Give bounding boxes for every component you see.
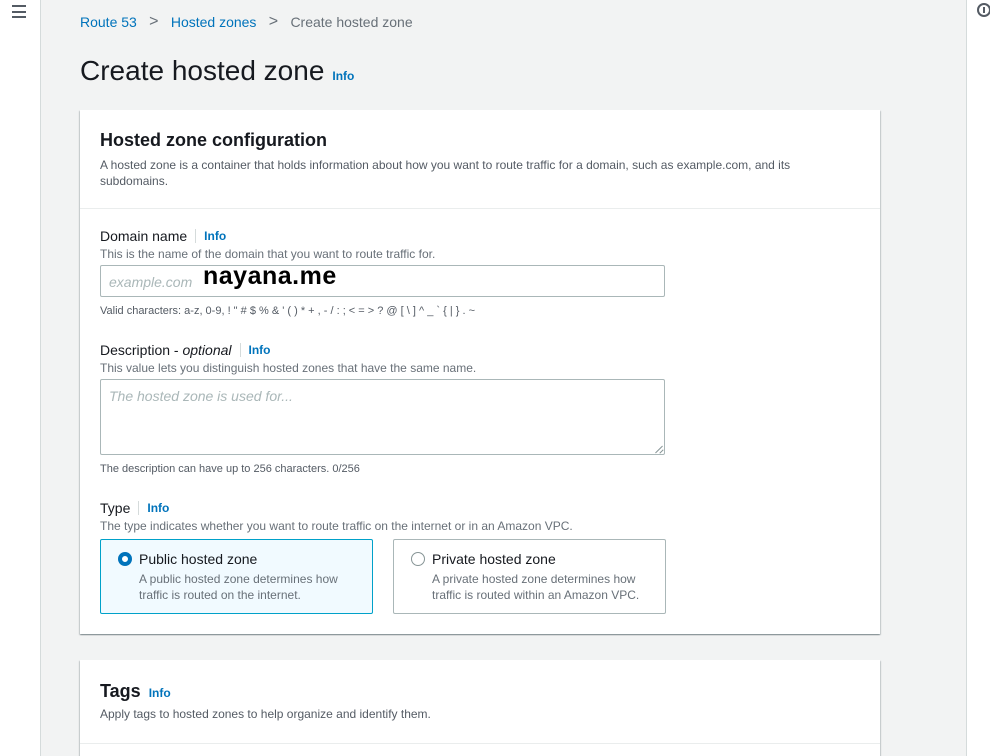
public-hosted-zone-tile[interactable]: Public hosted zone A public hosted zone … (100, 539, 373, 614)
tile-description: A private hosted zone determines how tra… (432, 572, 640, 602)
description-textarea[interactable]: The hosted zone is used for... (100, 379, 665, 455)
label-divider (239, 343, 241, 357)
page-info-link[interactable]: Info (332, 69, 354, 83)
breadcrumb-hosted-zones[interactable]: Hosted zones (171, 14, 257, 30)
description-field: Description - optional Info This value l… (100, 342, 860, 477)
domain-name-label: Domain name (100, 228, 188, 244)
tags-panel: Tags Info Apply tags to hosted zones to … (80, 660, 880, 756)
help-panel-icon[interactable] (977, 3, 990, 17)
tile-title: Private hosted zone (432, 551, 556, 567)
tags-title: Tags (100, 681, 141, 701)
description-label: Description - optional (100, 342, 232, 358)
page-title: Create hosted zone (80, 55, 325, 86)
tags-info-link[interactable]: Info (149, 686, 171, 700)
description-character-count: The description can have up to 256 chara… (100, 463, 360, 475)
type-field: Type Info The type indicates whether you… (100, 500, 860, 540)
domain-name-constraint: Valid characters: a-z, 0-9, ! " # $ % & … (100, 305, 475, 317)
chevron-right-icon: > (149, 13, 159, 30)
breadcrumb: Route 53 > Hosted zones > Create hosted … (80, 13, 413, 31)
panel-description: A hosted zone is a container that holds … (100, 158, 791, 188)
page-header: Create hosted zone Info (80, 55, 354, 87)
private-hosted-zone-tile[interactable]: Private hosted zone A private hosted zon… (393, 539, 666, 614)
description-help: This value lets you distinguish hosted z… (100, 361, 477, 375)
domain-name-description: This is the name of the domain that you … (100, 247, 436, 261)
radio-unselected-icon[interactable] (411, 552, 425, 566)
type-label: Type (100, 500, 131, 516)
panel-header: Hosted zone configuration A hosted zone … (80, 110, 880, 209)
tools-rail (966, 0, 990, 756)
domain-name-value: nayana.me (203, 262, 337, 290)
description-placeholder: The hosted zone is used for... (109, 388, 293, 404)
breadcrumb-current: Create hosted zone (290, 14, 413, 30)
tile-description: A public hosted zone determines how traf… (139, 572, 338, 602)
navigation-rail (0, 0, 41, 756)
label-divider (195, 229, 197, 243)
resize-handle-icon[interactable] (655, 445, 663, 453)
domain-info-link[interactable]: Info (204, 229, 226, 243)
hamburger-menu-icon[interactable] (12, 5, 26, 18)
divider (80, 743, 880, 744)
hosted-zone-configuration-panel: Hosted zone configuration A hosted zone … (80, 110, 880, 634)
domain-name-placeholder: example.com (109, 274, 193, 290)
chevron-right-icon: > (268, 13, 279, 30)
domain-name-field: Domain name Info This is the name of the… (100, 228, 860, 328)
tags-header: Tags Info (100, 681, 171, 702)
tags-description: Apply tags to hosted zones to help organ… (100, 707, 431, 721)
domain-name-input[interactable]: example.com nayana.me (100, 262, 665, 297)
type-info-link[interactable]: Info (147, 501, 169, 515)
description-info-link[interactable]: Info (249, 343, 271, 357)
panel-title: Hosted zone configuration (100, 130, 327, 150)
tile-title: Public hosted zone (139, 551, 258, 567)
radio-selected-icon[interactable] (118, 552, 132, 566)
type-description: The type indicates whether you want to r… (100, 519, 573, 533)
label-divider (138, 501, 140, 515)
breadcrumb-route53[interactable]: Route 53 (80, 14, 137, 30)
